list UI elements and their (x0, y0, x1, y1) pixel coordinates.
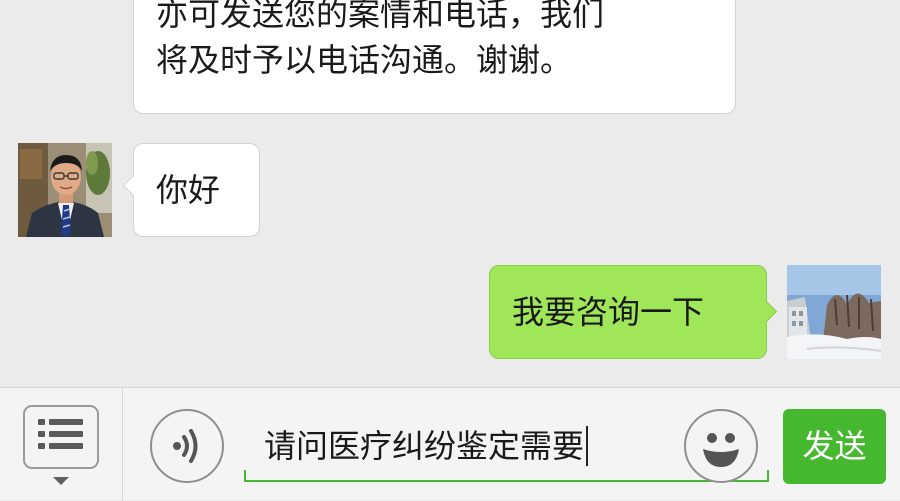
menu-toggle-button[interactable] (23, 405, 99, 469)
message-bubble-incoming[interactable]: 亦可发送您的案情和电话，我们 将及时予以电话沟通。谢谢。 (133, 0, 736, 114)
message-line: 将及时予以电话沟通。谢谢。 (156, 41, 573, 79)
input-toolbar: 请问医疗纠纷鉴定需要 发送 (0, 387, 900, 501)
voice-input-button[interactable] (150, 409, 224, 483)
contact-avatar[interactable] (18, 143, 112, 237)
message-text: 我要咨询一下 (512, 293, 705, 331)
message-text: 你好 (156, 171, 221, 209)
message-bubble-incoming[interactable]: 你好 (122, 143, 260, 237)
lawyer-portrait-avatar (18, 143, 112, 237)
my-avatar[interactable] (787, 265, 881, 359)
caret-down-icon (53, 477, 69, 485)
snowy-landscape-avatar (787, 265, 881, 359)
message-input-text: 请问医疗纠纷鉴定需要 (264, 426, 589, 466)
chat-area[interactable]: 亦可发送您的案情和电话，我们 将及时予以电话沟通。谢谢。 你好 我要咨询一下 (0, 0, 900, 387)
smiley-face-icon (703, 433, 739, 467)
emoji-button[interactable] (684, 409, 758, 483)
message-bubble-outgoing[interactable]: 我要咨询一下 (489, 265, 778, 359)
message-line: 亦可发送您的案情和电话，我们 (156, 0, 605, 33)
toolbar-divider (122, 388, 123, 501)
send-button[interactable]: 发送 (783, 409, 886, 484)
voice-wave-icon (173, 429, 198, 463)
